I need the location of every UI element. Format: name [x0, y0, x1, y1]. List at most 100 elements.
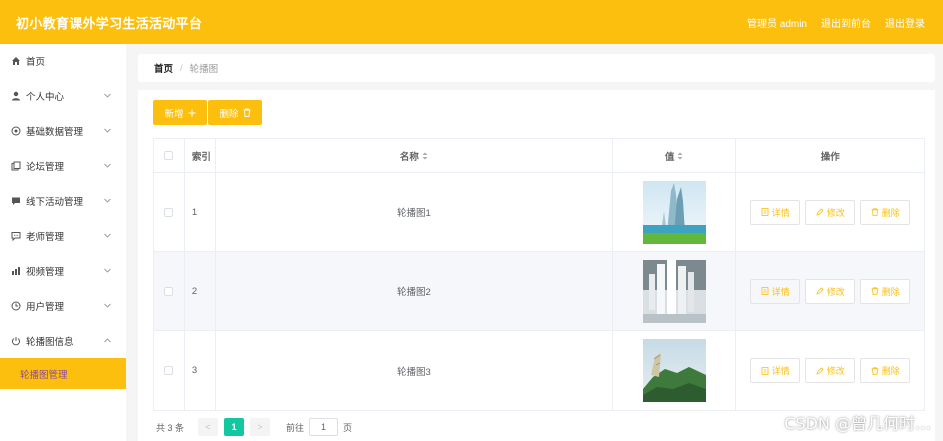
breadcrumb-home[interactable]: 首页	[154, 61, 173, 75]
csdn-watermark: CSDN @曾几何时…	[784, 414, 931, 433]
sidebar-item-label: 视频管理	[26, 266, 65, 278]
add-button-label: 新增	[164, 108, 184, 120]
prev-page-button[interactable]: <	[198, 418, 219, 436]
sidebar-subitem-carousel-manage[interactable]: 轮播图管理	[0, 358, 126, 389]
sidebar-item-users[interactable]: 用户管理	[0, 288, 126, 323]
trash-icon	[243, 108, 250, 117]
sidebar-item-teacher[interactable]: 老师管理	[0, 218, 126, 253]
sidebar: 首页 个人中心 基础数据管理 论坛管理 线下活动管理 老师管理 视频管理 用户管…	[0, 44, 126, 441]
edit-label: 修改	[826, 207, 845, 218]
pagination: 共 3 条 < 1 > 前往 1 页	[156, 418, 352, 436]
trash-icon	[871, 208, 879, 216]
clock-icon	[10, 300, 21, 311]
goto-label: 前往	[286, 422, 305, 433]
sidebar-item-label: 论坛管理	[26, 161, 65, 173]
goto-page-input[interactable]: 1	[309, 418, 339, 436]
sidebar-item-label: 轮播图信息	[26, 336, 74, 348]
sort-icon[interactable]	[677, 152, 683, 160]
sort-icon[interactable]	[422, 152, 428, 160]
edit-button[interactable]: 修改	[805, 199, 856, 225]
table-row: 1 轮播图1 详情 修改 删除	[154, 173, 924, 252]
header-name[interactable]: 名称	[216, 139, 613, 172]
sidebar-item-video[interactable]: 视频管理	[0, 253, 126, 288]
detail-label: 详情	[771, 286, 790, 297]
app-title: 初小教育课外学习生活活动平台	[16, 15, 203, 31]
header-ops-label: 操作	[820, 151, 840, 163]
delete-button[interactable]: 删除	[860, 199, 911, 225]
data-table: 索引 名称 值 操作 1 轮播图1 详情 修改 删除 2 轮播图2 详情 修改 …	[153, 138, 925, 411]
row-actions: 详情 修改 删除	[736, 173, 924, 251]
row-checkbox[interactable]	[164, 207, 174, 217]
delete-button[interactable]: 删除	[860, 358, 911, 383]
table-header-row: 索引 名称 值 操作	[154, 139, 924, 173]
next-page-button[interactable]: >	[250, 418, 271, 436]
chevron-down-icon	[104, 198, 111, 203]
header-value-label: 值	[664, 151, 675, 163]
sidebar-item-label: 老师管理	[26, 231, 65, 243]
chat-icon	[10, 195, 21, 206]
sidebar-item-label: 用户管理	[26, 301, 65, 313]
header-ops: 操作	[736, 139, 924, 172]
prev-page-label: <	[205, 422, 211, 432]
table-row: 3 轮播图3 详情 修改 删除	[154, 331, 924, 410]
logout-link[interactable]: 退出登录	[885, 15, 925, 30]
sidebar-item-label: 个人中心	[26, 91, 65, 103]
edit-icon	[816, 287, 824, 295]
top-header-bar: 初小教育课外学习生活活动平台 管理员 admin 退出到前台 退出登录	[0, 0, 943, 44]
document-icon	[761, 287, 769, 295]
sidebar-item-label: 线下活动管理	[26, 196, 84, 208]
detail-button[interactable]: 详情	[750, 199, 801, 225]
row-image-cell	[613, 331, 737, 410]
chart-icon	[10, 265, 21, 276]
delete-label: 删除	[881, 366, 900, 376]
header-actions: 管理员 admin 退出到前台 退出登录	[747, 15, 925, 30]
exit-to-front-link[interactable]: 退出到前台	[821, 15, 871, 30]
detail-label: 详情	[771, 207, 790, 218]
sidebar-item-forum[interactable]: 论坛管理	[0, 148, 126, 183]
row-index: 3	[185, 331, 216, 410]
delete-button[interactable]: 删除	[860, 278, 911, 304]
detail-button[interactable]: 详情	[750, 358, 801, 383]
trash-icon	[871, 366, 879, 375]
document-icon	[761, 366, 769, 375]
delete-label: 删除	[881, 286, 900, 297]
edit-label: 修改	[826, 366, 845, 376]
carousel-thumbnail[interactable]	[642, 339, 706, 402]
select-all-checkbox[interactable]	[164, 151, 174, 160]
carousel-thumbnail[interactable]	[642, 180, 706, 244]
chevron-down-icon	[104, 128, 111, 133]
document-icon	[761, 208, 769, 216]
row-actions: 详情 修改 删除	[736, 331, 924, 410]
edit-button[interactable]: 修改	[805, 278, 856, 304]
next-page-label: >	[257, 422, 263, 432]
sidebar-item-label: 首页	[26, 57, 46, 68]
chevron-down-icon	[104, 268, 111, 273]
row-name: 轮播图2	[216, 252, 613, 330]
sidebar-item-home[interactable]: 首页	[0, 44, 126, 78]
add-button[interactable]: 新增	[153, 100, 207, 125]
power-icon	[10, 335, 21, 346]
sidebar-item-carousel-info[interactable]: 轮播图信息	[0, 323, 126, 358]
sidebar-item-offline-activity[interactable]: 线下活动管理	[0, 183, 126, 218]
plus-icon	[188, 109, 195, 116]
row-checkbox-cell	[154, 252, 185, 330]
row-checkbox[interactable]	[164, 366, 174, 375]
row-index: 1	[185, 173, 216, 251]
edit-button[interactable]: 修改	[805, 358, 856, 383]
chevron-down-icon	[104, 303, 111, 308]
delete-label: 删除	[881, 207, 900, 218]
carousel-thumbnail[interactable]	[642, 259, 706, 323]
sidebar-item-personal-center[interactable]: 个人中心	[0, 78, 126, 113]
row-image-cell	[613, 173, 737, 251]
page-number-current[interactable]: 1	[224, 418, 245, 436]
goto-page: 前往 1 页	[286, 418, 352, 436]
header-value[interactable]: 值	[613, 139, 737, 172]
row-checkbox[interactable]	[164, 286, 174, 296]
batch-delete-button[interactable]: 删除	[208, 100, 262, 125]
admin-user-label[interactable]: 管理员 admin	[747, 15, 807, 30]
sidebar-item-basic-data[interactable]: 基础数据管理	[0, 113, 126, 148]
sidebar-subitem-label: 轮播图管理	[20, 369, 68, 381]
home-icon	[10, 56, 21, 67]
detail-button[interactable]: 详情	[750, 278, 801, 304]
header-index-label: 索引	[191, 151, 211, 163]
